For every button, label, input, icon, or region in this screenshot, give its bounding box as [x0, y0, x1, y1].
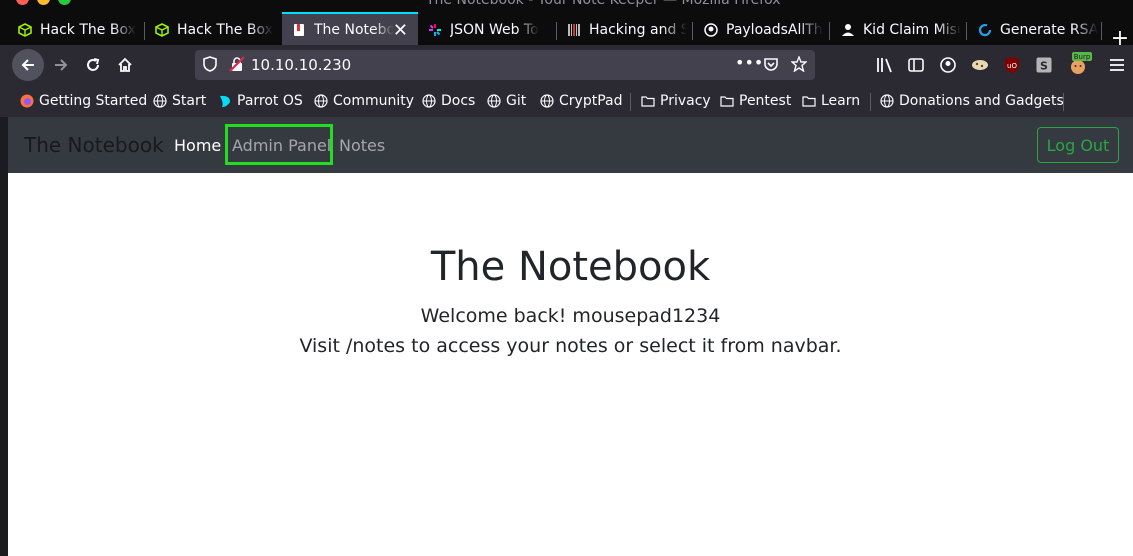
globe-icon: [880, 94, 894, 108]
nav-link-home[interactable]: Home: [174, 136, 221, 155]
page-title: The Notebook: [430, 244, 711, 290]
folder-icon: [641, 94, 655, 108]
bookmark-start[interactable]: Start: [153, 92, 206, 110]
bookmark-separator: [630, 93, 631, 111]
bookmark-donations-and-gadgets[interactable]: Donations and Gadgets: [880, 92, 1064, 110]
svg-text:uO: uO: [1007, 62, 1017, 70]
close-tab-icon[interactable]: ✕: [393, 20, 408, 41]
tab-the-notebook[interactable]: The Notebook ✕: [282, 12, 418, 45]
user-icon: [841, 23, 855, 37]
bookmark-folder-privacy[interactable]: Privacy: [641, 92, 711, 110]
jwt-icon: [428, 23, 442, 37]
window-controls: [16, 0, 71, 5]
folder-icon: [802, 94, 816, 108]
tab-hack-the-box-1[interactable]: Hack The Box: [8, 14, 138, 45]
firefox-icon: [20, 94, 34, 108]
nav-link-admin-panel[interactable]: Admin Panel: [232, 136, 331, 155]
bookmark-folder-pentest[interactable]: Pentest: [720, 92, 791, 110]
pocket-icon[interactable]: [763, 56, 779, 76]
reload-button[interactable]: [77, 49, 109, 81]
site-brand[interactable]: The Notebook: [24, 133, 164, 157]
tab-hack-the-box-2[interactable]: Hack The Box: [145, 14, 275, 45]
back-arrow-icon: [21, 59, 34, 71]
nav-link-notes[interactable]: Notes: [339, 136, 385, 155]
forward-arrow-icon: [55, 59, 68, 71]
barcode-icon: [567, 23, 581, 37]
bookmark-cryptpad[interactable]: CryptPad: [540, 92, 622, 110]
reload-icon: [87, 58, 100, 71]
shield-icon[interactable]: [203, 56, 217, 76]
tab-strip: Hack The Box Hack The Box The Notebook ✕…: [0, 12, 1133, 51]
tab-payloads-all-the-things[interactable]: PayloadsAllTh: [694, 14, 824, 45]
bookmark-parrot-os[interactable]: Parrot OS: [218, 92, 303, 110]
htb-cube-icon: [18, 22, 32, 37]
svg-text:Burp: Burp: [1074, 53, 1091, 61]
globe-icon: [314, 94, 328, 108]
url-text: 10.10.10.230: [251, 56, 352, 74]
home-button[interactable]: [109, 49, 141, 81]
tab-json-web-token[interactable]: JSON Web To: [418, 14, 554, 45]
minimize-window-icon[interactable]: [37, 0, 50, 5]
bookmarks-toolbar: Getting Started Start Parrot OS Communit…: [0, 85, 1133, 117]
forward-button[interactable]: [45, 49, 77, 81]
bookmark-getting-started[interactable]: Getting Started: [20, 92, 147, 110]
tab-kid-claim-misuse[interactable]: Kid Claim Misu: [831, 14, 961, 45]
notes-hint: Visit /notes to access your notes or sel…: [299, 335, 842, 357]
tab-separator: [966, 22, 967, 40]
extension-s-icon[interactable]: S: [1034, 55, 1054, 75]
folder-icon: [720, 94, 734, 108]
cookie-extension-icon[interactable]: [970, 55, 990, 75]
bookmark-git[interactable]: Git: [487, 92, 526, 110]
account-icon[interactable]: [938, 55, 958, 75]
page-actions-icon[interactable]: •••: [735, 53, 763, 72]
bookmark-folder-learn[interactable]: Learn: [802, 92, 860, 110]
maximize-window-icon[interactable]: [58, 0, 71, 5]
svg-text:S: S: [1040, 60, 1048, 73]
tab-generate-rsa[interactable]: Generate RSA: [968, 14, 1098, 45]
bookmark-community[interactable]: Community: [314, 92, 414, 110]
parrot-icon: [218, 94, 232, 108]
site-navbar: The Notebook Home Admin Panel Notes Log …: [8, 117, 1133, 173]
notebook-icon: [292, 23, 306, 37]
web-page: The Notebook Home Admin Panel Notes Log …: [8, 117, 1133, 556]
globe-icon: [487, 94, 501, 108]
logout-button[interactable]: Log Out: [1037, 127, 1119, 163]
navigation-toolbar: 10.10.10.230 ••• uO S Burp: [0, 45, 1133, 85]
close-window-icon[interactable]: [16, 0, 29, 5]
window-titlebar: The Notebook - Your Note Keeper — Mozill…: [0, 0, 1133, 12]
bookmark-docs[interactable]: Docs: [422, 92, 475, 110]
welcome-message: Welcome back! mousepad1234: [420, 305, 721, 327]
url-bar[interactable]: 10.10.10.230 •••: [195, 50, 815, 80]
home-icon: [118, 57, 132, 72]
htb-cube-icon: [155, 22, 169, 37]
window-title: The Notebook - Your Note Keeper — Mozill…: [426, 0, 781, 8]
tab-separator: [829, 22, 830, 40]
github-icon: [704, 22, 718, 37]
tab-separator: [692, 22, 693, 40]
bookmark-separator: [1063, 93, 1064, 111]
tab-hacking-and-security[interactable]: Hacking and S: [557, 14, 687, 45]
tab-separator: [1101, 22, 1102, 40]
globe-icon: [422, 94, 436, 108]
ublock-icon[interactable]: uO: [1002, 55, 1022, 75]
library-icon[interactable]: [875, 55, 895, 75]
generate-icon: [978, 23, 992, 37]
sidebar-icon[interactable]: [906, 55, 926, 75]
bookmark-star-icon[interactable]: [790, 55, 808, 76]
menu-hamburger-icon[interactable]: [1107, 55, 1127, 75]
insecure-lock-icon[interactable]: [229, 56, 245, 76]
globe-icon: [540, 94, 554, 108]
burp-proxy-icon[interactable]: Burp: [1066, 51, 1092, 77]
globe-icon: [153, 94, 167, 108]
bookmark-separator: [870, 93, 871, 111]
back-button[interactable]: [12, 49, 44, 81]
